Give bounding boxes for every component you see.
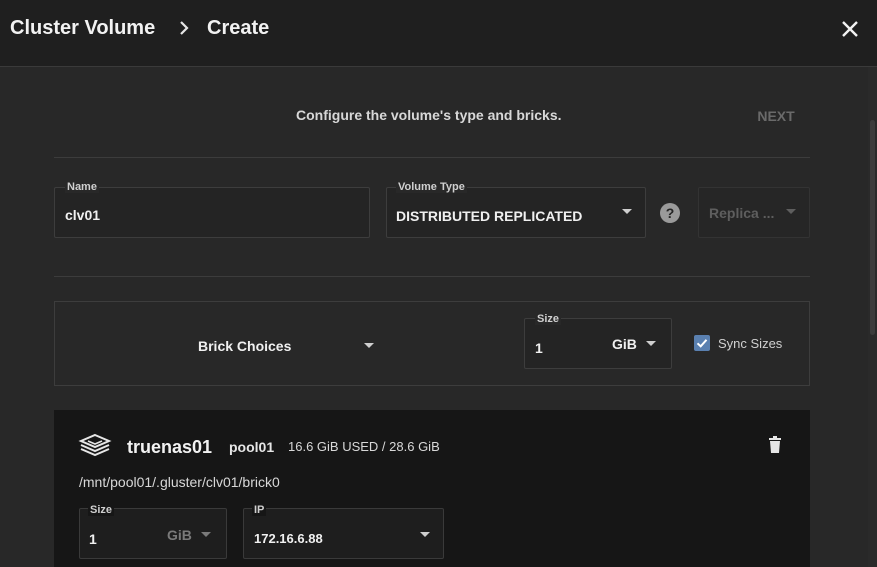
- brick-size-value: 1: [535, 340, 543, 356]
- close-icon[interactable]: [838, 17, 862, 41]
- volume-type-value: DISTRIBUTED REPLICATED: [396, 208, 583, 224]
- help-icon[interactable]: ?: [660, 203, 680, 223]
- divider: [54, 157, 810, 158]
- sync-sizes-checkbox[interactable]: [694, 335, 710, 351]
- chevron-down-icon[interactable]: [364, 343, 374, 348]
- brick-pool: pool01: [229, 439, 275, 455]
- brick-row-size-label: Size: [88, 504, 115, 516]
- sync-sizes-label: Sync Sizes: [718, 336, 783, 351]
- brick-choices-label[interactable]: Brick Choices: [198, 338, 291, 354]
- brick-ip-label: IP: [252, 504, 267, 516]
- breadcrumb-root[interactable]: Cluster Volume: [10, 17, 155, 40]
- chevron-right-icon: [180, 21, 189, 35]
- breadcrumb-current: Create: [207, 17, 270, 39]
- chevron-down-icon: [420, 532, 430, 537]
- chevron-down-icon: [622, 209, 632, 214]
- brick-size-label: Size: [535, 313, 562, 325]
- next-button[interactable]: NEXT: [748, 104, 804, 128]
- brick-path: /mnt/pool01/.gluster/clv01/brick0: [79, 474, 280, 490]
- divider: [54, 276, 810, 277]
- brick-usage: 16.6 GiB USED / 28.6 GiB: [288, 439, 440, 454]
- step-instruction: Configure the volume's type and bricks.: [296, 107, 562, 123]
- page-header: Cluster Volume Create: [0, 0, 877, 67]
- chevron-down-icon: [646, 341, 656, 346]
- replica-placeholder: Replica ...: [709, 205, 775, 221]
- brick-row-size-value: 1: [89, 531, 97, 547]
- chevron-down-icon: [201, 532, 211, 537]
- chevron-down-icon: [786, 209, 796, 214]
- trash-icon[interactable]: [767, 436, 783, 454]
- name-label: Name: [65, 181, 99, 193]
- scrollbar-thumb[interactable]: [870, 120, 875, 335]
- brick-ip-value: 172.16.6.88: [254, 531, 323, 546]
- brick-host: truenas01: [127, 437, 213, 457]
- brick-size-unit[interactable]: GiB: [612, 336, 637, 352]
- brick-row-size-unit[interactable]: GiB: [167, 527, 192, 543]
- name-value: clv01: [65, 207, 101, 223]
- check-icon: [696, 339, 708, 348]
- name-field[interactable]: [54, 187, 370, 238]
- server-stack-icon: [78, 433, 112, 457]
- volume-type-label: Volume Type: [396, 181, 467, 193]
